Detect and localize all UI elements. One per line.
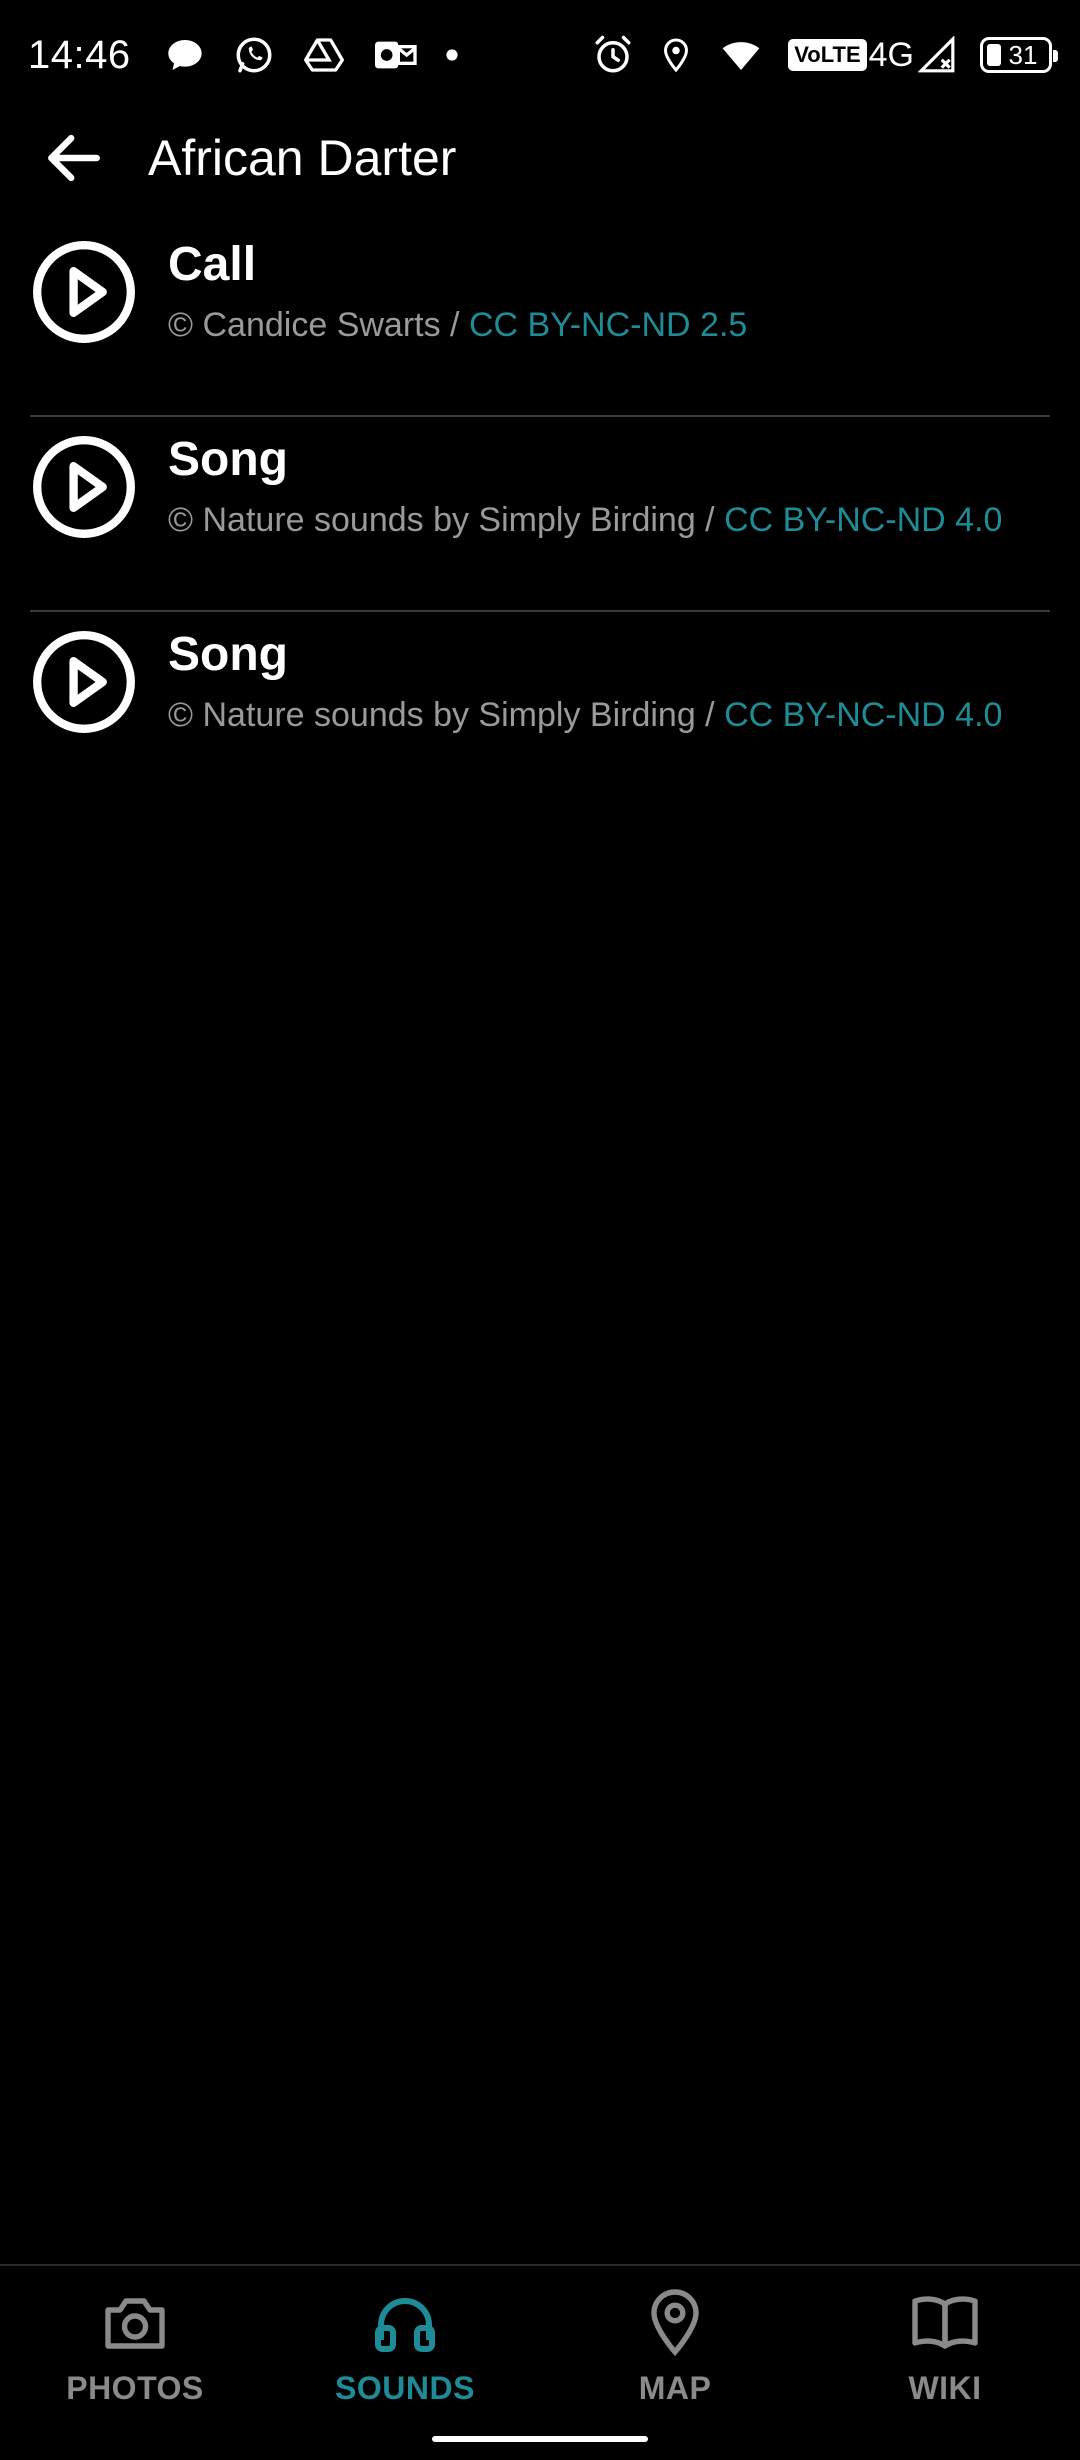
nav-label: WIKI bbox=[908, 2370, 982, 2406]
volte-icon: VoLTE bbox=[788, 39, 867, 71]
sound-text: Song © Nature sounds by Simply Birding /… bbox=[168, 626, 1002, 740]
arrow-back-icon bbox=[48, 134, 100, 182]
nav-label: PHOTOS bbox=[66, 2370, 204, 2406]
sound-credit: © Candice Swarts / CC BY-NC-ND 2.5 bbox=[168, 300, 747, 350]
license-link[interactable]: CC BY-NC-ND 4.0 bbox=[724, 501, 1002, 539]
sound-item[interactable]: Song © Nature sounds by Simply Birding /… bbox=[0, 612, 1080, 807]
play-icon[interactable] bbox=[32, 240, 136, 344]
sound-text: Call © Candice Swarts / CC BY-NC-ND 2.5 bbox=[168, 236, 747, 350]
dot-icon bbox=[445, 48, 459, 62]
home-indicator[interactable] bbox=[432, 2436, 648, 2442]
network-type: 4G bbox=[868, 35, 914, 74]
play-icon[interactable] bbox=[32, 435, 136, 539]
sound-title: Song bbox=[168, 628, 288, 681]
book-icon bbox=[912, 2296, 978, 2349]
sound-list: Call © Candice Swarts / CC BY-NC-ND 2.5 … bbox=[0, 222, 1080, 807]
notification-icons bbox=[165, 34, 487, 76]
camera-icon bbox=[105, 2298, 165, 2349]
screen: 14:46 VoLTE 4G 31 African Darter Call © … bbox=[0, 0, 1080, 2460]
alarm-icon bbox=[592, 34, 634, 76]
bottom-nav: PHOTOS SOUNDS MAP WIKI bbox=[0, 2264, 1080, 2460]
sound-item[interactable]: Call © Candice Swarts / CC BY-NC-ND 2.5 bbox=[0, 222, 1080, 417]
headphones-icon bbox=[375, 2298, 435, 2352]
license-link[interactable]: CC BY-NC-ND 2.5 bbox=[469, 306, 747, 344]
whatsapp-icon bbox=[233, 34, 275, 76]
wifi-icon bbox=[718, 35, 764, 75]
signal-icon bbox=[918, 36, 956, 74]
battery-icon: 31 bbox=[980, 37, 1058, 73]
chat-bubble-icon bbox=[165, 35, 205, 75]
license-link[interactable]: CC BY-NC-ND 4.0 bbox=[724, 696, 1002, 734]
drive-icon bbox=[303, 35, 345, 75]
nav-photos[interactable]: PHOTOS bbox=[0, 2266, 270, 2460]
play-icon[interactable] bbox=[32, 630, 136, 734]
credit-text: © Candice Swarts / bbox=[168, 306, 469, 344]
sound-title: Song bbox=[168, 433, 288, 486]
nav-map[interactable]: MAP bbox=[540, 2266, 810, 2460]
sound-credit: © Nature sounds by Simply Birding / CC B… bbox=[168, 495, 1002, 545]
nav-label: SOUNDS bbox=[335, 2370, 475, 2406]
back-button[interactable] bbox=[26, 110, 122, 206]
nav-label: MAP bbox=[638, 2370, 712, 2406]
status-time: 14:46 bbox=[28, 32, 131, 77]
sound-item[interactable]: Song © Nature sounds by Simply Birding /… bbox=[0, 417, 1080, 612]
credit-text: © Nature sounds by Simply Birding / bbox=[168, 501, 725, 539]
system-icons: VoLTE 4G 31 bbox=[568, 34, 1058, 76]
nav-sounds[interactable]: SOUNDS bbox=[270, 2266, 540, 2460]
status-bar: 14:46 VoLTE 4G 31 bbox=[0, 0, 1080, 110]
sound-text: Song © Nature sounds by Simply Birding /… bbox=[168, 431, 1002, 545]
location-icon bbox=[658, 34, 694, 76]
credit-text: © Nature sounds by Simply Birding / bbox=[168, 696, 725, 734]
sound-title: Call bbox=[168, 238, 257, 291]
battery-level: 31 bbox=[1008, 39, 1038, 70]
app-bar: African Darter bbox=[0, 110, 1080, 206]
page-title: African Darter bbox=[148, 130, 457, 186]
map-pin-icon bbox=[651, 2289, 699, 2357]
nav-wiki[interactable]: WIKI bbox=[810, 2266, 1080, 2460]
outlook-icon bbox=[373, 35, 417, 75]
sound-credit: © Nature sounds by Simply Birding / CC B… bbox=[168, 690, 1002, 740]
